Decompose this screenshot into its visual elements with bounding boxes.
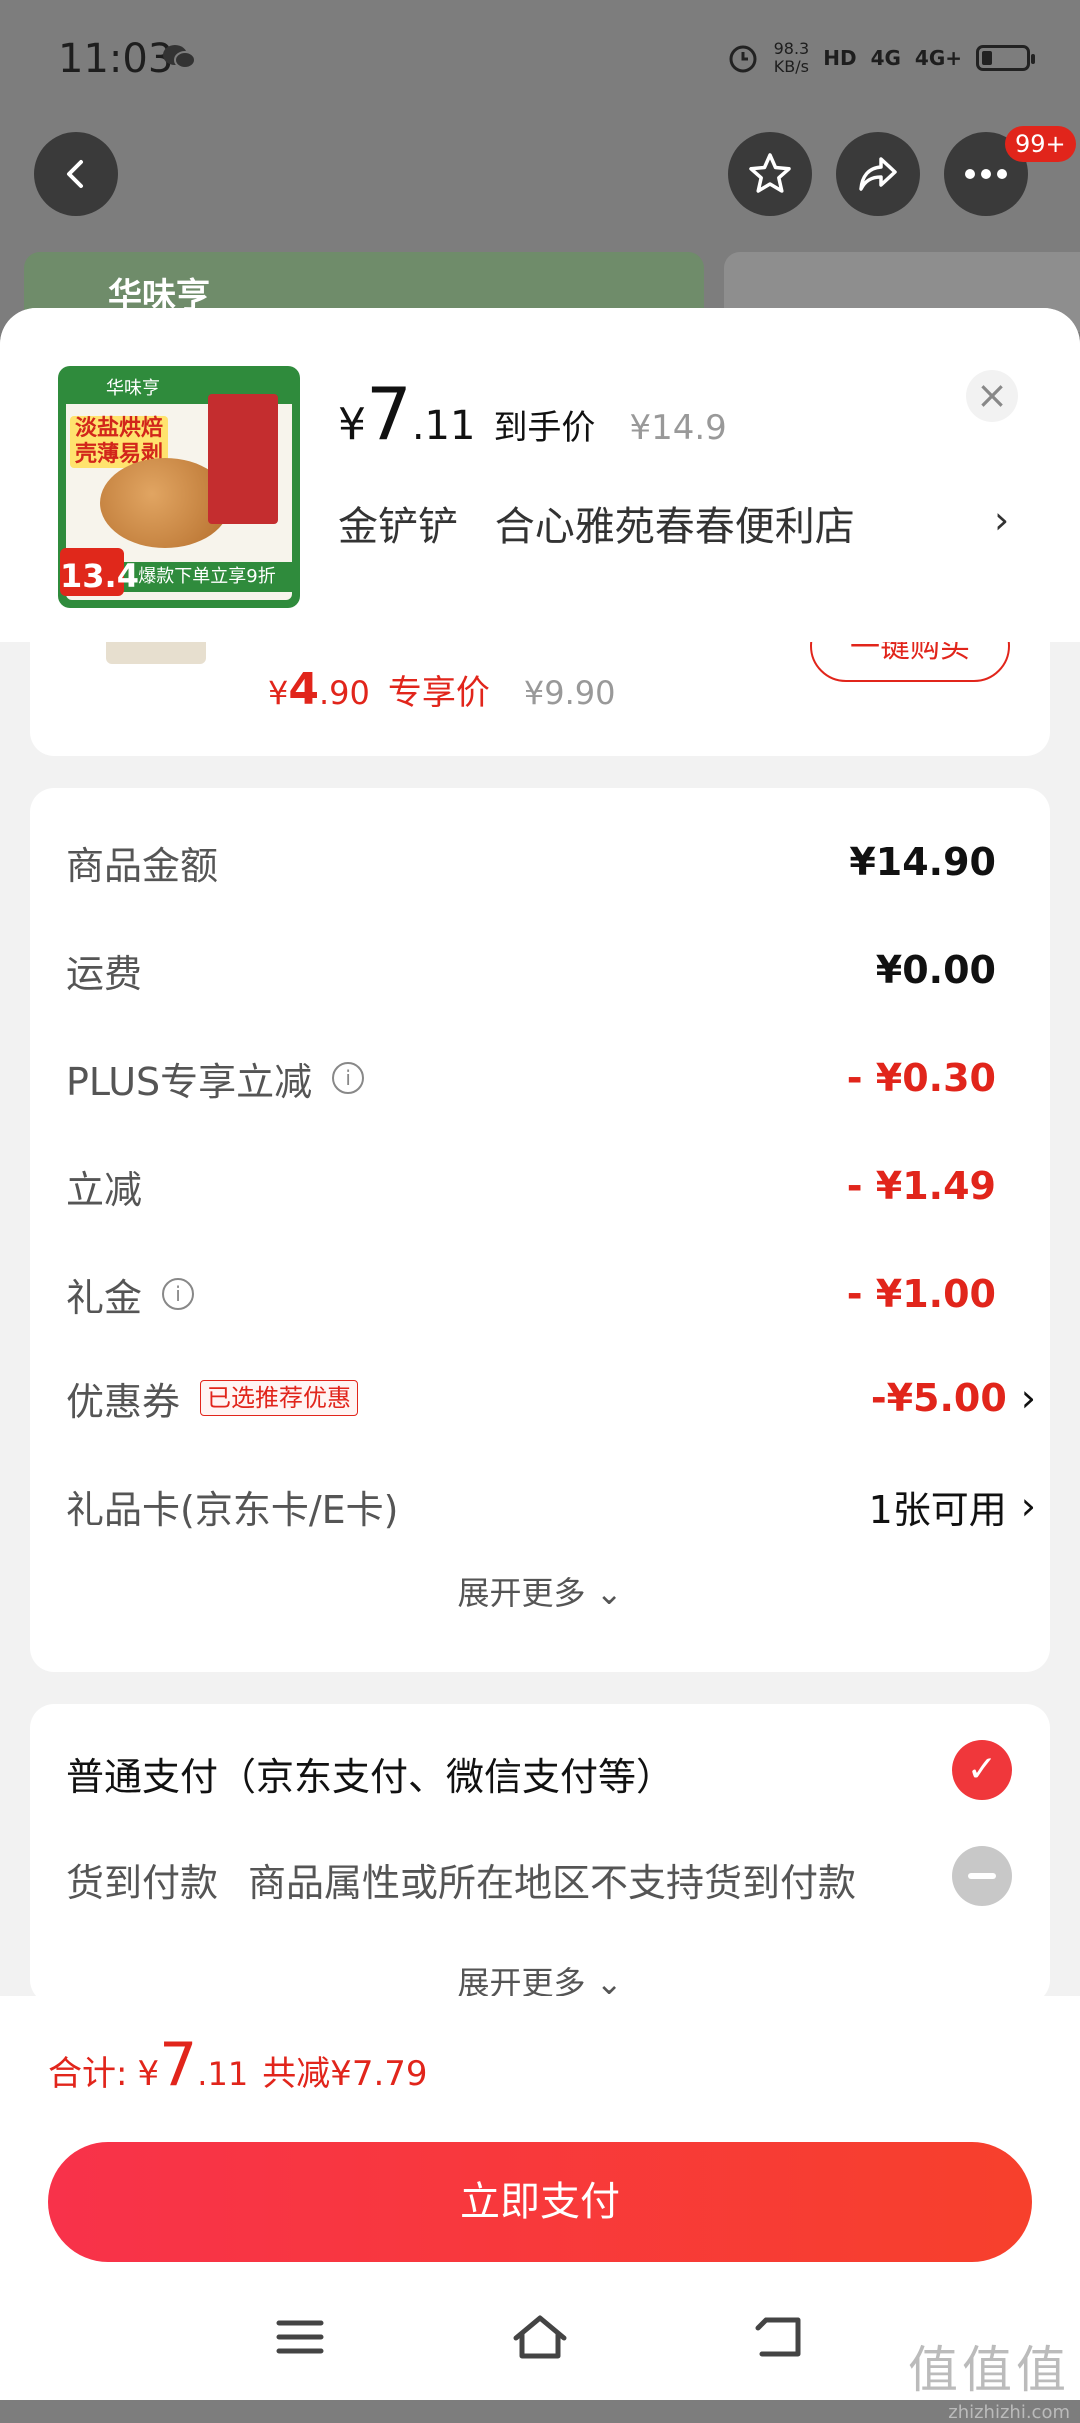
payment-method-card: 普通支付（京东支付、微信支付等） ✓ 货到付款 商品属性或所在地区不支持货到付款 … — [30, 1704, 1050, 2004]
total-saved: 共减¥7.79 — [262, 2054, 428, 2094]
chevron-right-icon: › — [1020, 1376, 1036, 1420]
recommend-price-tag: 专享价 — [387, 673, 490, 713]
shop-info[interactable]: 金铲铲 合心雅苑春春便利店 — [338, 494, 855, 552]
payment-option-cod: 货到付款 商品属性或所在地区不支持货到付款 — [66, 1852, 856, 1907]
close-button[interactable]: × — [966, 370, 1018, 422]
fee-label: 礼品卡(京东卡/E卡) — [66, 1487, 399, 1532]
fee-row-coupon[interactable]: 优惠券 已选推荐优惠 -¥5.00 › — [66, 1368, 1036, 1428]
return-icon — [755, 2317, 801, 2357]
fee-label: 礼金 — [66, 1275, 143, 1320]
fee-row-gift-card[interactable]: 礼品卡(京东卡/E卡) 1张可用 › — [66, 1476, 1036, 1536]
share-icon — [859, 157, 897, 191]
expand-more-label: 展开更多 — [457, 1574, 586, 1612]
chevron-down-icon: ⌄ — [595, 1574, 623, 1612]
total-label: 合计: — [48, 2054, 128, 2094]
signal-4g-plus: 4G+ — [914, 46, 962, 70]
back-arrow-icon — [67, 160, 83, 188]
fee-row-gift-money: 礼金 i - ¥1.00 — [66, 1264, 996, 1324]
total-amount: 合计: ¥ 7 .11 共减¥7.79 — [48, 2030, 428, 2100]
net-speed-value: 98.3 — [773, 39, 810, 58]
pay-now-button[interactable]: 立即支付 — [48, 2142, 1032, 2262]
wechat-icon — [163, 45, 196, 69]
thumb-price: 13.4 — [60, 548, 139, 596]
recommend-price: ¥ 4 .90 专享价 ¥9.90 — [268, 664, 615, 715]
fee-value: ¥0.00 — [875, 948, 996, 992]
watermark: 值值值 zhizhizhi.com — [908, 2330, 1070, 2423]
message-badge: 99+ — [1005, 126, 1076, 162]
chevron-right-icon: › — [1020, 1484, 1036, 1528]
fee-breakdown-card: 商品金额 ¥14.90 运费 ¥0.00 PLUS专享立减 i - ¥0.30 立… — [30, 788, 1050, 1672]
status-time: 11:03 — [58, 36, 174, 82]
fee-value: -¥5.00 — [870, 1376, 1007, 1420]
menu-icon — [276, 2320, 324, 2354]
hd-indicator: HD — [823, 46, 857, 70]
product-thumbnail[interactable]: 华味亨 淡盐烘焙 壳薄易剥 爆款下单立享9折 13.4 — [58, 366, 300, 608]
fee-label: 立减 — [66, 1167, 143, 1212]
shop-chevron-icon[interactable]: › — [994, 498, 1009, 542]
cod-desc: 商品属性或所在地区不支持货到付款 — [248, 1861, 857, 1905]
shop-prefix: 金铲铲 — [338, 504, 458, 550]
fee-value: - ¥1.49 — [846, 1164, 996, 1208]
signal-4g: 4G — [870, 46, 901, 70]
fee-label-wrap: 优惠券 已选推荐优惠 — [66, 1371, 359, 1426]
sheet-header: 华味亨 淡盐烘焙 壳薄易剥 爆款下单立享9折 13.4 ¥ 7 .11 到手价 … — [0, 308, 1080, 642]
fee-value: 1张可用 — [868, 1487, 1007, 1532]
home-nav-button[interactable] — [500, 2302, 580, 2372]
cod-label: 货到付款 — [66, 1861, 219, 1905]
recommend-price-int: 4 — [288, 664, 319, 715]
back-nav-button[interactable] — [740, 2302, 820, 2372]
fee-label-wrap: PLUS专享立减 i — [66, 1051, 365, 1106]
net-speed: 98.3 KB/s — [774, 40, 810, 76]
total-int: 7 — [159, 2030, 198, 2100]
fee-row-goods: 商品金额 ¥14.90 — [66, 832, 996, 892]
info-icon[interactable]: i — [162, 1278, 195, 1310]
fee-value: - ¥0.30 — [846, 1056, 996, 1100]
final-price: ¥ 7 .11 到手价 ¥14.9 — [338, 372, 727, 456]
watermark-sub: zhizhizhi.com — [948, 2402, 1070, 2423]
menu-nav-button[interactable] — [260, 2302, 340, 2372]
favorite-button[interactable] — [728, 132, 812, 216]
final-price-dec: .11 — [411, 403, 476, 449]
home-icon — [513, 2315, 567, 2359]
thumb-promo: 爆款下单立享9折 — [122, 562, 292, 592]
more-dots-icon — [965, 169, 1007, 179]
total-symbol: ¥ — [137, 2054, 160, 2094]
star-icon — [749, 153, 791, 193]
final-price-symbol: ¥ — [338, 399, 366, 450]
final-price-tag: 到手价 — [493, 408, 596, 448]
fee-value: - ¥1.00 — [846, 1272, 996, 1316]
coupon-chip: 已选推荐优惠 — [200, 1380, 359, 1416]
share-button[interactable] — [836, 132, 920, 216]
status-right: 98.3 KB/s HD 4G 4G+ — [726, 40, 1035, 76]
shop-name: 合心雅苑春春便利店 — [494, 504, 855, 550]
fee-row-shipping: 运费 ¥0.00 — [66, 940, 996, 1000]
recommend-price-dec: .90 — [318, 674, 370, 712]
fee-label-wrap: 礼金 i — [66, 1267, 195, 1322]
alarm-icon — [729, 45, 757, 73]
fee-label: 运费 — [66, 951, 143, 996]
payment-option-normal[interactable]: 普通支付（京东支付、微信支付等） — [66, 1746, 674, 1801]
fee-row-plus-discount: PLUS专享立减 i - ¥0.30 — [66, 1048, 996, 1108]
checked-icon[interactable]: ✓ — [952, 1740, 1012, 1800]
recommend-price-symbol: ¥ — [268, 674, 289, 712]
fee-value: ¥14.90 — [849, 840, 996, 884]
fee-row-instant-discount: 立减 - ¥1.49 — [66, 1156, 996, 1216]
fee-label: 商品金额 — [66, 843, 219, 888]
recommend-original-price: ¥9.90 — [523, 674, 616, 712]
fee-label: PLUS专享立减 — [66, 1059, 313, 1104]
expand-more-button[interactable]: 展开更多 ⌄ — [30, 1568, 1050, 1614]
watermark-main: 值值值 — [908, 2341, 1070, 2399]
final-price-int: 7 — [366, 372, 412, 456]
info-icon[interactable]: i — [332, 1062, 365, 1094]
fee-label: 优惠券 — [66, 1379, 181, 1424]
original-price: ¥14.9 — [629, 408, 727, 448]
disabled-icon — [952, 1846, 1012, 1906]
back-button[interactable] — [34, 132, 118, 216]
net-speed-unit: KB/s — [773, 57, 809, 76]
total-dec: .11 — [197, 2055, 249, 2093]
battery-icon — [976, 45, 1035, 71]
thumb-package — [208, 394, 278, 524]
status-bar: 11:03 98.3 KB/s HD 4G 4G+ — [0, 0, 1080, 120]
